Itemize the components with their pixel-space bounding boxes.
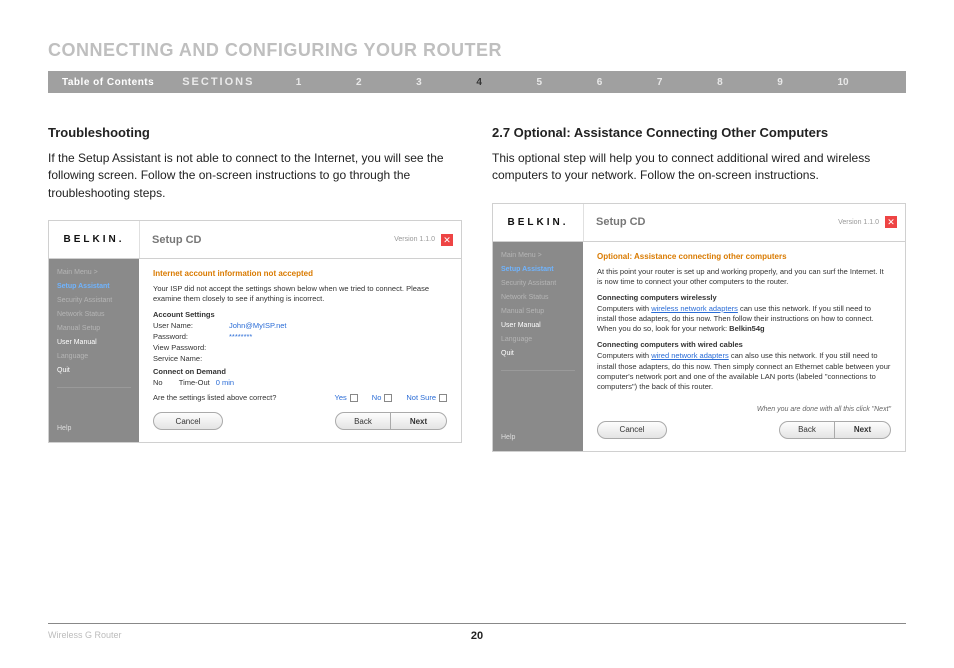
wired-head: Connecting computers with wired cables — [597, 340, 891, 349]
section-link-7[interactable]: 7 — [657, 77, 663, 88]
toc-link[interactable]: Table of Contents — [48, 77, 168, 88]
sections-label: SECTIONS — [168, 76, 268, 88]
account-settings-head: Account Settings — [153, 310, 447, 319]
option-no[interactable]: No — [372, 393, 393, 402]
left-heading: Troubleshooting — [48, 125, 462, 140]
section-link-3[interactable]: 3 — [416, 77, 422, 88]
setup-cd-panel-left: BELKIN. Setup CD Version 1.1.0 ✕ Main Me… — [48, 220, 462, 443]
cancel-button[interactable]: Cancel — [597, 421, 667, 439]
setup-cd-panel-right: BELKIN. Setup CD Version 1.1.0 ✕ Main Me… — [492, 203, 906, 452]
done-note: When you are done with all this click "N… — [597, 406, 891, 413]
next-button[interactable]: Next — [391, 412, 447, 430]
view-password-label: View Password: — [153, 343, 223, 352]
sidebar-item-setup-assistant[interactable]: Setup Assistant — [57, 283, 131, 290]
page-footer: Wireless G Router 20 — [48, 623, 906, 640]
wired-text: Computers with wired network adapters ca… — [597, 351, 891, 392]
section-link-1[interactable]: 1 — [296, 77, 302, 88]
sidebar-item-security-assistant[interactable]: Security Assistant — [57, 297, 131, 304]
close-icon[interactable]: ✕ — [441, 234, 453, 246]
sidebar-item-quit[interactable]: Quit — [57, 367, 131, 374]
wireless-adapters-link[interactable]: wireless network adapters — [651, 304, 738, 313]
option-yes[interactable]: Yes — [335, 393, 358, 402]
belkin-logo: BELKIN. — [493, 217, 583, 228]
cancel-button[interactable]: Cancel — [153, 412, 223, 430]
sidebar-item-security-assistant[interactable]: Security Assistant — [501, 280, 575, 287]
close-icon[interactable]: ✕ — [885, 216, 897, 228]
section-numbers: 1 2 3 4 5 6 7 8 9 10 — [268, 77, 906, 88]
sidebar-item-main-menu[interactable]: Main Menu > — [501, 252, 575, 259]
username-value: John@MyISP.net — [229, 321, 287, 330]
sidebar-item-manual-setup[interactable]: Manual Setup — [57, 325, 131, 332]
back-button[interactable]: Back — [335, 412, 391, 430]
cod-timeout-value: 0 min — [216, 378, 234, 387]
section-link-9[interactable]: 9 — [777, 77, 783, 88]
panel-title: Setup CD — [583, 204, 838, 241]
left-column: Troubleshooting If the Setup Assistant i… — [48, 125, 462, 452]
wired-adapters-link[interactable]: wired network adapters — [651, 351, 729, 360]
option-not-sure[interactable]: Not Sure — [406, 393, 447, 402]
sidebar-item-user-manual[interactable]: User Manual — [57, 339, 131, 346]
intro-text: At this point your router is set up and … — [597, 267, 891, 287]
section-link-10[interactable]: 10 — [837, 77, 848, 88]
wireless-head: Connecting computers wirelessly — [597, 293, 891, 302]
sidebar-item-main-menu[interactable]: Main Menu > — [57, 269, 131, 276]
section-link-6[interactable]: 6 — [597, 77, 603, 88]
next-button[interactable]: Next — [835, 421, 891, 439]
panel-sidebar: Main Menu > Setup Assistant Security Ass… — [493, 242, 583, 451]
sidebar-item-user-manual[interactable]: User Manual — [501, 322, 575, 329]
warning-title: Internet account information not accepte… — [153, 269, 447, 278]
panel-version: Version 1.1.0 — [838, 219, 885, 226]
settings-question: Are the settings listed above correct? — [153, 393, 321, 402]
panel-version: Version 1.1.0 — [394, 236, 441, 243]
cod-no: No — [153, 378, 163, 387]
network-name: Belkin54g — [729, 324, 764, 333]
page-title: CONNECTING AND CONFIGURING YOUR ROUTER — [48, 40, 906, 61]
sidebar-item-manual-setup[interactable]: Manual Setup — [501, 308, 575, 315]
password-label: Password: — [153, 332, 223, 341]
optional-title: Optional: Assistance connecting other co… — [597, 252, 891, 261]
right-column: 2.7 Optional: Assistance Connecting Othe… — [492, 125, 906, 452]
page-number: 20 — [471, 630, 483, 642]
sidebar-help[interactable]: Help — [501, 414, 575, 441]
service-name-label: Service Name: — [153, 354, 223, 363]
sidebar-item-setup-assistant[interactable]: Setup Assistant — [501, 266, 575, 273]
connect-on-demand-head: Connect on Demand — [153, 367, 447, 376]
username-label: User Name: — [153, 321, 223, 330]
cod-timeout-label: Time-Out — [179, 378, 210, 387]
sidebar-help[interactable]: Help — [57, 405, 131, 432]
panel-title: Setup CD — [139, 221, 394, 258]
intro-text: Your ISP did not accept the settings sho… — [153, 284, 447, 304]
sidebar-item-language[interactable]: Language — [57, 353, 131, 360]
panel-main-left: Internet account information not accepte… — [139, 259, 461, 442]
right-body: This optional step will help you to conn… — [492, 150, 906, 185]
password-value: ******** — [229, 332, 252, 341]
right-heading: 2.7 Optional: Assistance Connecting Othe… — [492, 125, 906, 140]
section-link-2[interactable]: 2 — [356, 77, 362, 88]
section-link-4[interactable]: 4 — [476, 77, 482, 88]
panel-sidebar: Main Menu > Setup Assistant Security Ass… — [49, 259, 139, 442]
panel-main-right: Optional: Assistance connecting other co… — [583, 242, 905, 451]
section-link-5[interactable]: 5 — [537, 77, 543, 88]
sidebar-item-network-status[interactable]: Network Status — [57, 311, 131, 318]
section-link-8[interactable]: 8 — [717, 77, 723, 88]
section-nav: Table of Contents SECTIONS 1 2 3 4 5 6 7… — [48, 71, 906, 93]
belkin-logo: BELKIN. — [49, 234, 139, 245]
left-body: If the Setup Assistant is not able to co… — [48, 150, 462, 202]
sidebar-item-quit[interactable]: Quit — [501, 350, 575, 357]
back-button[interactable]: Back — [779, 421, 835, 439]
sidebar-item-language[interactable]: Language — [501, 336, 575, 343]
wireless-text: Computers with wireless network adapters… — [597, 304, 891, 334]
product-name: Wireless G Router — [48, 630, 122, 640]
sidebar-item-network-status[interactable]: Network Status — [501, 294, 575, 301]
